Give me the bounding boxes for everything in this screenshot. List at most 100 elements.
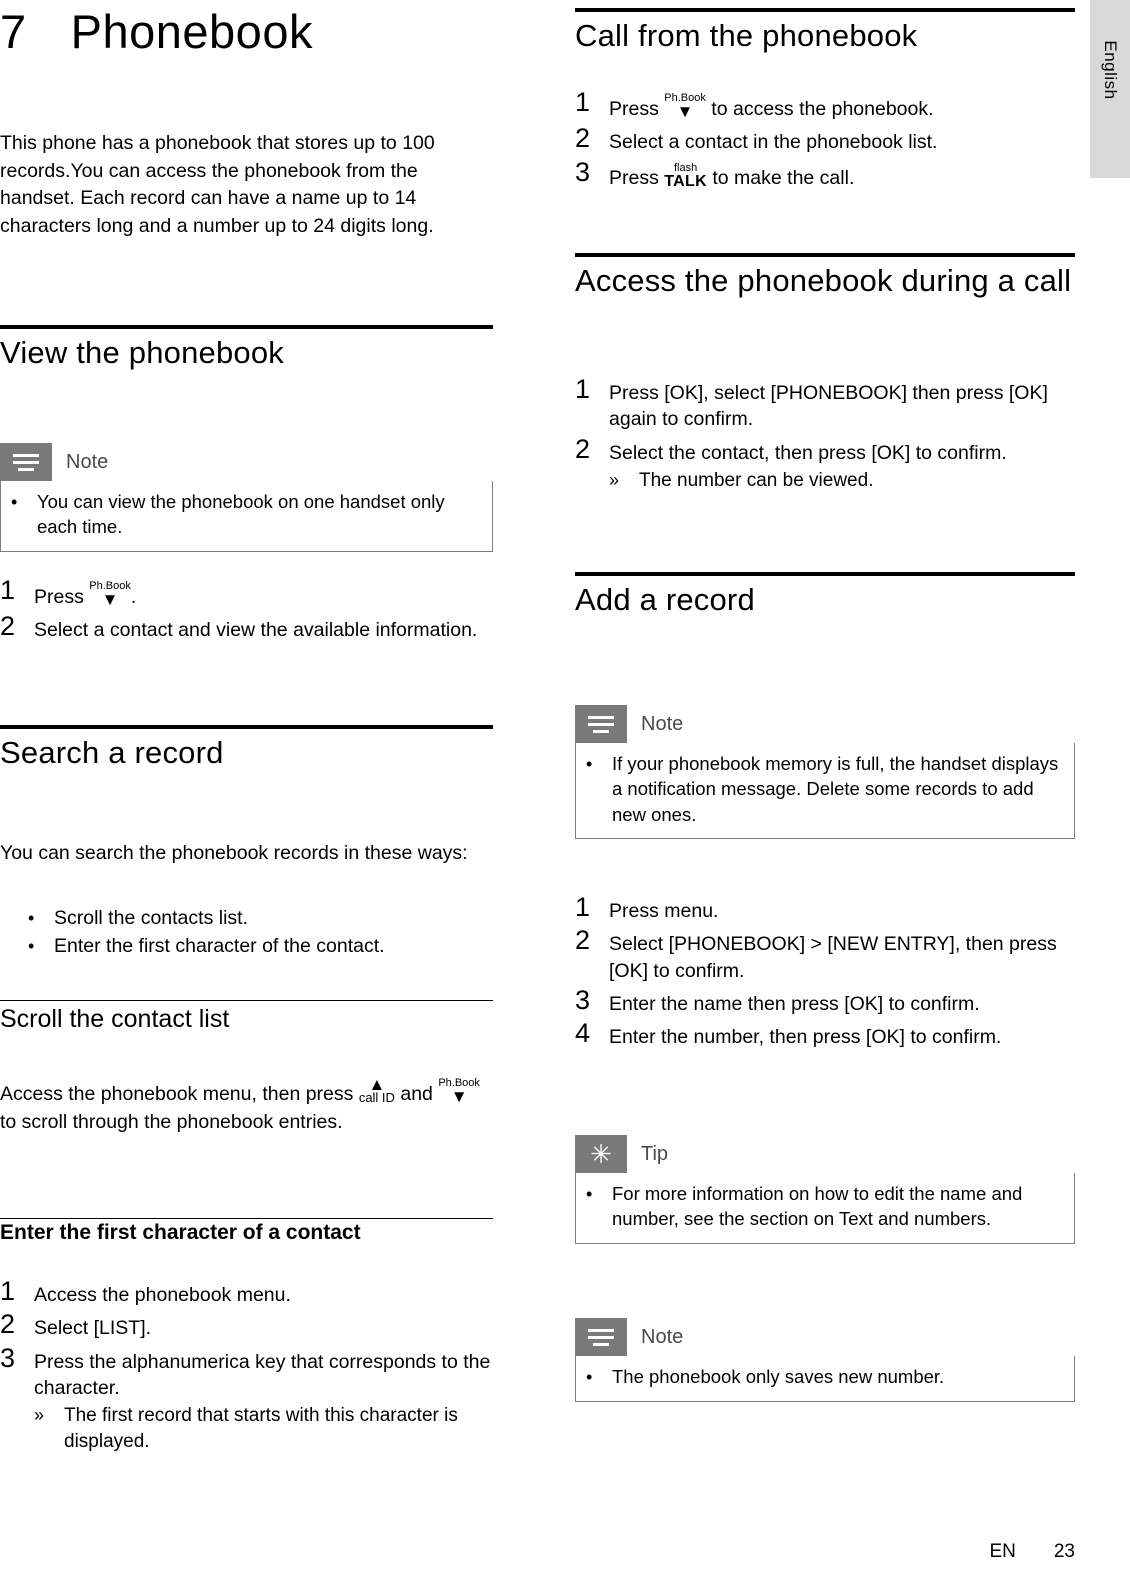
sub-step-item: » The first record that starts with this… xyxy=(0,1403,493,1454)
key-glyph: ▼ xyxy=(101,590,119,609)
step-number: 2 xyxy=(0,1309,16,1340)
call-from-section: Call from the phonebook xyxy=(575,8,1075,54)
asterisk-icon: ✳ xyxy=(575,1135,627,1173)
step-number: 1 xyxy=(0,1276,16,1306)
add-record-heading: Add a record xyxy=(575,582,755,617)
search-bullet: • Scroll the contacts list. xyxy=(22,905,492,932)
footer-page-number: 23 xyxy=(1053,1541,1075,1562)
note-header: Note xyxy=(575,705,1075,743)
step-item: 2 Select [LIST]. xyxy=(0,1310,493,1341)
tip-body: • For more information on how to edit th… xyxy=(575,1173,1075,1244)
note-icon xyxy=(0,443,52,481)
search-record-section: Search a record xyxy=(0,725,493,771)
bullet-dot: • xyxy=(28,908,35,928)
step-text: Enter the name then press [OK] to confir… xyxy=(609,992,980,1015)
search-bullet-text: Enter the first character of the contact… xyxy=(54,935,385,958)
view-note-box: Note • You can view the phonebook on one… xyxy=(0,443,493,552)
step-text: Press flash TALK to make the call. xyxy=(609,158,854,191)
note-icon-bar xyxy=(588,715,614,719)
chapter-title-line: 7 Phonebook xyxy=(0,8,493,55)
search-bullet: • Enter the first character of the conta… xyxy=(22,933,492,960)
note-header: Note xyxy=(0,443,493,481)
scroll-text-1: Access the phonebook menu, then press xyxy=(0,1083,354,1105)
step-item: 1 Press [OK], select [PHONEBOOK] then pr… xyxy=(575,375,1075,433)
note-icon-bar xyxy=(13,453,39,457)
note-icon-bar xyxy=(593,1342,609,1346)
note-icon-bar xyxy=(593,729,609,733)
chapter-number: 7 xyxy=(0,5,27,58)
note-icon-bar xyxy=(18,467,34,471)
note-icon xyxy=(575,705,627,743)
step-item: 4 Enter the number, then press [OK] to c… xyxy=(575,1019,1075,1050)
tip-header: ✳ Tip xyxy=(575,1135,1075,1173)
note-icon xyxy=(575,1318,627,1356)
step-number: 2 xyxy=(575,925,591,956)
search-intro-wrap: You can search the phonebook records in … xyxy=(0,840,496,868)
first-char-section: Enter the first character of a contact xyxy=(0,1218,493,1245)
note-body: • You can view the phonebook on one hand… xyxy=(0,481,493,552)
step-text-before: Press xyxy=(34,586,84,608)
note-bullet-text: If your phonebook memory is full, the ha… xyxy=(612,753,1059,825)
note-icon-bar xyxy=(588,1328,614,1332)
call-from-heading: Call from the phonebook xyxy=(575,18,918,53)
bullet-dot: • xyxy=(586,1367,593,1387)
step-text: Select [PHONEBOOK] > [NEW ENTRY], then p… xyxy=(609,933,1057,982)
footer-language: EN xyxy=(989,1541,1016,1562)
intro-paragraph-wrap: This phone has a phonebook that stores u… xyxy=(0,130,496,241)
note-icon-bar xyxy=(588,1335,614,1339)
tip-box: ✳ Tip • For more information on how to e… xyxy=(575,1135,1075,1244)
bullet-dot: • xyxy=(11,492,18,512)
step-number: 2 xyxy=(0,611,16,642)
view-phonebook-section: View the phonebook xyxy=(0,325,493,371)
access-during-section: Access the phonebook during a call xyxy=(575,253,1075,299)
step-number: 1 xyxy=(0,575,16,605)
intro-paragraph: This phone has a phonebook that stores u… xyxy=(0,132,435,238)
tip-bullet: • For more information on how to edit th… xyxy=(580,1181,1064,1232)
note-bullet-text: The phonebook only saves new number. xyxy=(612,1366,945,1387)
step-text: Select a contact and view the available … xyxy=(34,619,478,642)
note-icon-bar xyxy=(13,460,39,464)
call-from-steps: 1 Press Ph.Book ▼ to access the phoneboo… xyxy=(575,88,1075,193)
add-record-note-box: Note • If your phonebook memory is full,… xyxy=(575,705,1075,840)
scroll-text-2: and xyxy=(400,1083,433,1105)
step-text: Enter the number, then press [OK] to con… xyxy=(609,1026,1002,1049)
step-text: Select the contact, then press [OK] to c… xyxy=(609,441,1007,464)
access-during-heading: Access the phonebook during a call xyxy=(575,263,1072,298)
step-text: Press [OK], select [PHONEBOOK] then pres… xyxy=(609,382,1048,431)
key-caption: flash xyxy=(673,161,698,174)
step-item: 2 Select a contact in the phonebook list… xyxy=(575,124,1075,155)
scroll-paragraph: Access the phonebook menu, then press ▲ … xyxy=(0,1076,496,1136)
substep-arrow: » xyxy=(34,1405,45,1426)
step-text: Access the phonebook menu. xyxy=(34,1284,291,1306)
step-item: 1 Press menu. xyxy=(575,893,1075,924)
language-tab: English xyxy=(1090,0,1130,178)
step-text: Select a contact in the phonebook list. xyxy=(609,131,938,154)
step-text: Press the alphanumerica key that corresp… xyxy=(34,1350,491,1399)
first-char-steps: 1 Access the phonebook menu. 2 Select [L… xyxy=(0,1277,493,1455)
step-number: 1 xyxy=(575,892,591,922)
step-text-after: to access the phonebook. xyxy=(711,98,934,120)
bullet-dot: • xyxy=(586,1184,593,1204)
note-icon-bar xyxy=(588,722,614,726)
final-note-box: Note • The phonebook only saves new numb… xyxy=(575,1318,1075,1403)
step-item: 2 Select the contact, then press [OK] to… xyxy=(575,434,1075,466)
step-number: 3 xyxy=(575,156,591,187)
substep-text: The first record that starts with this c… xyxy=(64,1405,458,1452)
step-text-before: Press xyxy=(609,166,659,189)
chapter-title: Phonebook xyxy=(70,5,313,58)
note-title: Note xyxy=(66,450,109,473)
language-tab-label: English xyxy=(1101,40,1120,100)
add-record-steps: 1 Press menu. 2 Select [PHONEBOOK] > [NE… xyxy=(575,893,1075,1053)
chapter-heading: 7 Phonebook xyxy=(0,8,493,55)
step-text: Press Ph.Book ▼ . xyxy=(34,576,136,610)
note-bullet: • If your phonebook memory is full, the … xyxy=(580,751,1064,827)
phonebook-key-icon: Ph.Book ▼ xyxy=(438,1078,480,1106)
substep-text: The number can be viewed. xyxy=(639,469,874,491)
step-number: 4 xyxy=(575,1018,591,1049)
step-text-before: Press xyxy=(609,98,659,120)
step-text-after: . xyxy=(130,586,137,608)
step-text: Select [LIST]. xyxy=(34,1317,152,1340)
talk-key-icon: flash TALK xyxy=(664,161,707,189)
step-number: 3 xyxy=(575,984,591,1015)
scroll-contact-heading: Scroll the contact list xyxy=(0,1005,230,1033)
